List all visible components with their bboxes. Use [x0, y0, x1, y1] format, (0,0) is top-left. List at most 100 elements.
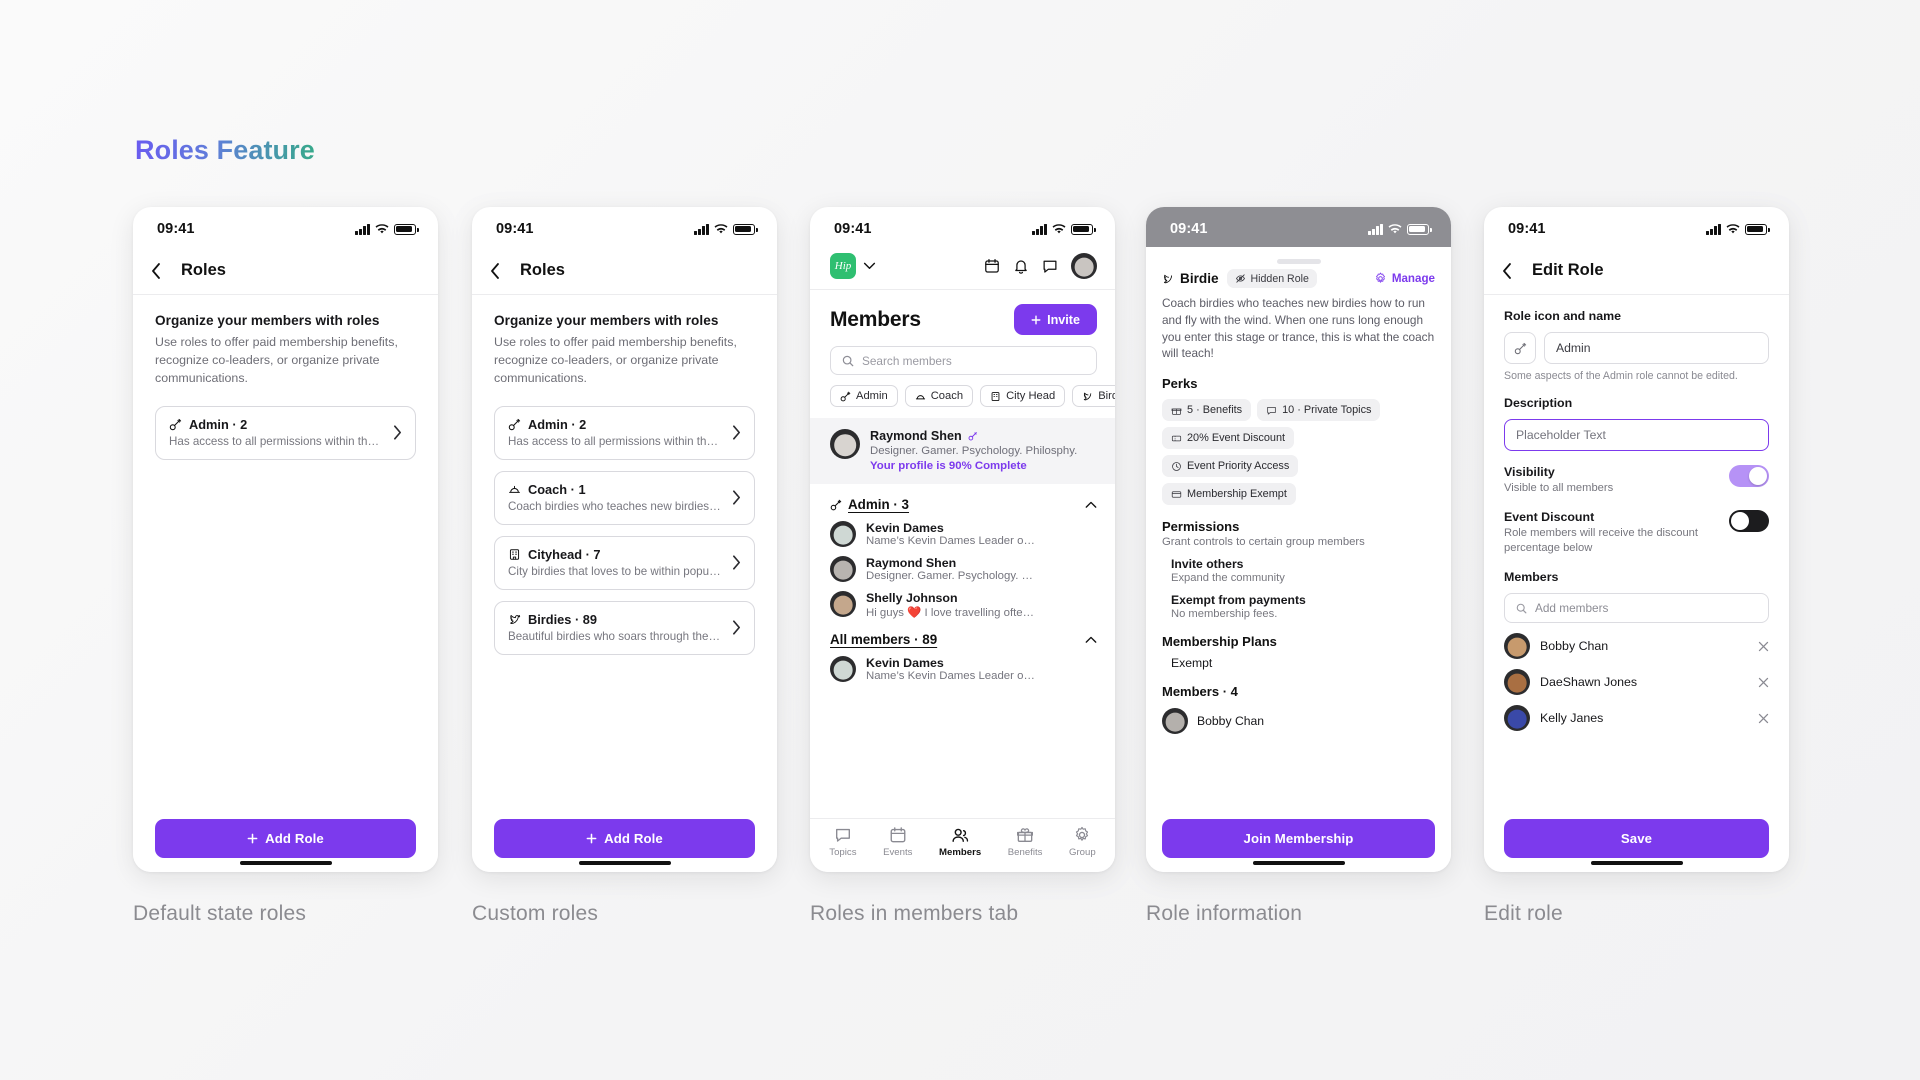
list-item[interactable]: Kevin Dames Name’s Kevin Dames Leader of…: [810, 647, 1115, 682]
save-button[interactable]: Save: [1504, 819, 1769, 858]
profile-completion-card[interactable]: Raymond Shen Designer. Gamer. Psychology…: [810, 418, 1115, 484]
nav-title: Roles: [520, 261, 565, 279]
role-name-field[interactable]: Admin: [1544, 332, 1769, 364]
status-bar: 09:41: [133, 207, 438, 247]
member-name: Kevin Dames: [866, 521, 944, 535]
calendar-icon[interactable]: [984, 258, 1000, 274]
key-icon: [1514, 342, 1527, 355]
join-membership-button[interactable]: Join Membership: [1162, 819, 1435, 858]
prototype-frames: 09:41 Roles Organize your members with r…: [0, 0, 1920, 1080]
tab-label: Group: [1069, 846, 1096, 858]
status-bar: 09:41: [472, 207, 777, 247]
frame-custom-roles: 09:41 Roles Organize your members with r…: [472, 207, 777, 872]
gear-icon: [1073, 826, 1091, 844]
app-logo[interactable]: Hip: [830, 253, 856, 279]
promo-link[interactable]: Your profile is 90% Complete: [870, 460, 1077, 472]
add-members-input[interactable]: Add members: [1504, 593, 1769, 624]
chip-coach[interactable]: Coach: [904, 385, 974, 407]
role-card-cityhead[interactable]: Cityhead · 7 City birdies that loves to …: [494, 535, 755, 590]
back-icon[interactable]: [1502, 262, 1518, 279]
tab-members[interactable]: Members: [939, 826, 981, 858]
tab-group[interactable]: Group: [1069, 826, 1096, 858]
member-name: DaeShawn Jones: [1540, 675, 1638, 690]
plus-icon: [586, 833, 597, 844]
perk-label: Membership Exempt: [1187, 488, 1287, 500]
role-title: Coach · 1: [528, 481, 586, 497]
section-header-admin[interactable]: Admin · 3: [810, 484, 1115, 512]
search-input[interactable]: Search members: [830, 346, 1097, 375]
avatar: [830, 429, 860, 459]
caption-default-state-roles: Default state roles: [133, 902, 307, 925]
add-role-button[interactable]: Add Role: [494, 819, 755, 858]
perks-heading: Perks: [1162, 376, 1198, 391]
role-card-coach[interactable]: Coach · 1 Coach birdies who teaches new …: [494, 470, 755, 525]
gift-icon: [1171, 405, 1182, 416]
tab-benefits[interactable]: Benefits: [1008, 826, 1042, 858]
search-placeholder: Search members: [862, 353, 952, 368]
list-item[interactable]: Shelly Johnson Hi guys ❤️ I love travell…: [810, 582, 1115, 619]
section-header-all-members[interactable]: All members · 89: [810, 619, 1115, 647]
avatar: [830, 556, 856, 582]
chip-admin[interactable]: Admin: [830, 385, 898, 407]
intro-block: Organize your members with roles Use rol…: [472, 295, 777, 392]
avatar: [830, 591, 856, 617]
permission-subtitle: No membership fees.: [1171, 608, 1278, 620]
bird-icon: [1082, 391, 1093, 402]
manage-button[interactable]: Manage: [1374, 272, 1435, 285]
chevron-down-icon[interactable]: [863, 262, 876, 270]
chip-city-head[interactable]: City Head: [980, 385, 1066, 407]
intro-block: Organize your members with roles Use rol…: [133, 295, 438, 392]
invite-button[interactable]: Invite: [1014, 304, 1097, 335]
tab-events[interactable]: Events: [883, 826, 912, 858]
role-card-birdies[interactable]: Birdies · 89 Beautiful birdies who soars…: [494, 600, 755, 655]
wifi-icon: [1726, 223, 1740, 235]
close-icon[interactable]: [1758, 677, 1769, 688]
close-icon[interactable]: [1758, 713, 1769, 724]
nav-title: Roles: [181, 261, 226, 279]
list-item[interactable]: Kevin Dames Name’s Kevin Dames Leader of…: [810, 512, 1115, 547]
bird-icon: [508, 613, 521, 626]
role-card-admin[interactable]: Admin · 2 Has access to all permissions …: [155, 405, 416, 460]
perk-label: 5 · Benefits: [1187, 404, 1243, 416]
intro-heading: Organize your members with roles: [155, 313, 380, 328]
event-discount-toggle[interactable]: [1729, 510, 1769, 533]
tab-label: Members: [939, 846, 982, 858]
tab-topics[interactable]: Topics: [829, 826, 857, 858]
avatar[interactable]: [1071, 253, 1097, 279]
add-role-button[interactable]: Add Role: [155, 819, 416, 858]
status-badge: Hidden Role: [1226, 269, 1317, 288]
list-item: Kelly Janes: [1504, 705, 1769, 732]
sheet-grabber[interactable]: [1276, 259, 1321, 264]
back-icon[interactable]: [151, 262, 167, 279]
role-name-value: Admin: [1556, 341, 1591, 355]
chevron-up-icon[interactable]: [1085, 636, 1097, 644]
status-time: 09:41: [834, 221, 872, 237]
visibility-toggle[interactable]: [1729, 465, 1769, 487]
add-role-label: Add Role: [604, 831, 663, 846]
member-name: Bobby Chan: [1197, 714, 1265, 728]
role-icon-picker[interactable]: [1504, 332, 1536, 364]
close-icon[interactable]: [1758, 641, 1769, 652]
role-card-admin[interactable]: Admin · 2 Has access to all permissions …: [494, 405, 755, 460]
home-indicator: [1590, 861, 1683, 865]
role-icon-name-label: Role icon and name: [1504, 309, 1622, 323]
cta-wrap: Save: [1484, 819, 1789, 872]
perk-label: 10 · Private Topics: [1282, 404, 1372, 416]
member-desc: Hi guys ❤️ I love travelling often so I …: [866, 607, 1036, 619]
chat-icon[interactable]: [1042, 258, 1058, 274]
chevron-right-icon: [732, 555, 741, 570]
description-value: Placeholder Text: [1516, 428, 1606, 442]
list-item[interactable]: Bobby Chan: [1162, 708, 1435, 734]
list-item[interactable]: Raymond Shen Designer. Gamer. Psychology…: [810, 547, 1115, 582]
avatar: [830, 656, 856, 682]
back-icon[interactable]: [490, 262, 506, 279]
chip-birdies[interactable]: Birdies: [1072, 385, 1115, 407]
role-subtitle: Has access to all permissions within the…: [508, 434, 723, 448]
description-field[interactable]: Placeholder Text: [1504, 419, 1769, 451]
bell-icon[interactable]: [1013, 258, 1029, 274]
battery-icon: [1745, 223, 1770, 235]
chevron-up-icon[interactable]: [1085, 501, 1097, 509]
plus-icon: [247, 833, 258, 844]
permission-title: Exempt from payments: [1171, 593, 1306, 607]
role-description: Coach birdies who teaches new birdies ho…: [1162, 296, 1435, 361]
